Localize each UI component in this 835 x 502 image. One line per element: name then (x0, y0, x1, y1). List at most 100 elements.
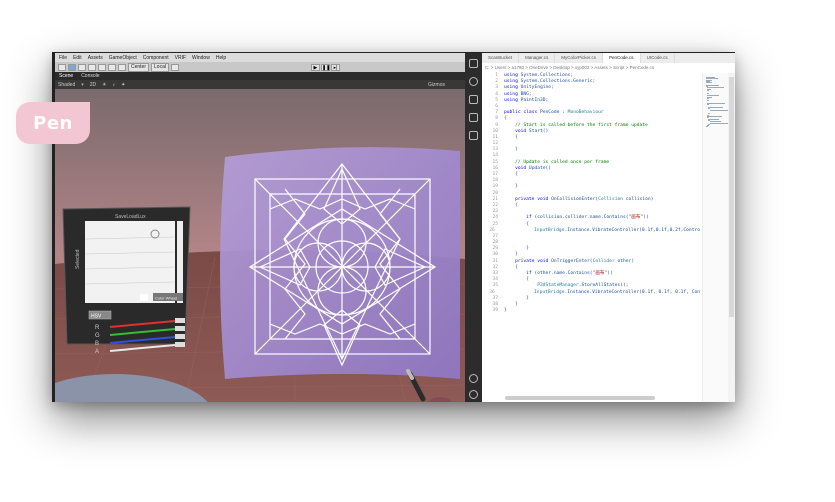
minimap-line (708, 106, 724, 108)
scene-viewport[interactable]: SaveLoadLux Selected HSV Color Wheel R G… (55, 89, 465, 402)
channel-label-b: B (95, 341, 99, 347)
gizmos-dropdown[interactable]: Gizmos (428, 82, 445, 88)
minimap-line (706, 126, 708, 128)
unity-menubar: File Edit Assets GameObject Component VR… (55, 53, 465, 62)
minimap-line (707, 97, 710, 99)
code-text: InputBridge.Instance.VibrateController(0… (534, 227, 700, 233)
pen-badge-label: Pen (33, 112, 73, 134)
menu-help[interactable]: Help (216, 55, 226, 61)
unity-editor-window: File Edit Assets GameObject Component VR… (55, 53, 465, 402)
code-text: private void OnCollisionEnter(Collision … (515, 196, 654, 202)
shading-dropdown[interactable]: Shaded (58, 82, 75, 88)
menu-component[interactable]: Component (143, 55, 169, 61)
drawing-canvas[interactable] (220, 147, 460, 379)
run-debug-icon[interactable] (469, 113, 478, 122)
color-preview-swatch (140, 294, 148, 301)
minimap-line (707, 116, 723, 117)
menu-file[interactable]: File (59, 55, 67, 61)
vscode-window: ScanBucket Manager.cs MyColorPicker.cs P… (465, 53, 735, 402)
minimap-line (709, 122, 730, 124)
play-button-icon[interactable]: ▶ (310, 63, 320, 71)
tab-manager[interactable]: Manager.cs (519, 53, 556, 63)
rect-tool-icon[interactable] (98, 63, 106, 71)
code-line[interactable]: 26 InputBridge.Instance.VibrateControlle… (482, 228, 700, 234)
hsv-button-label: HSV (91, 314, 102, 320)
code-text: } (504, 308, 507, 314)
custom-tool-icon[interactable] (118, 63, 126, 71)
pivot-center-toggle[interactable]: Center (128, 62, 150, 72)
chevron-down-icon: ▾ (81, 81, 84, 88)
code-text: } (504, 147, 518, 153)
code-text: private void OnTriggerEnter(Collider oth… (515, 258, 635, 264)
extensions-icon[interactable] (469, 131, 478, 140)
unity-toolbar: Center Local ▶ ❚❚ ▸| (55, 62, 465, 72)
breadcrumb: C: > Users > a1780 > OneDrive > Desktop … (485, 65, 655, 70)
menu-edit[interactable]: Edit (73, 55, 82, 61)
vertical-scrollbar[interactable] (728, 73, 735, 402)
channel-label-a: A (95, 349, 99, 355)
code-text: { (504, 134, 518, 140)
source-control-icon[interactable] (469, 95, 478, 104)
lighting-toggle-icon[interactable]: ☀ (102, 82, 106, 88)
hue-slider[interactable] (177, 221, 183, 303)
code-text: public class PenCode : MonoBehaviour (504, 110, 604, 116)
activity-bar (465, 53, 482, 402)
transform-tool-icon[interactable] (108, 63, 116, 71)
code-line[interactable]: 39} (482, 308, 700, 314)
code-text: InputBridge.Instance.VibrateController(0… (534, 289, 700, 295)
channel-label-g: G (95, 333, 100, 339)
audio-toggle-icon[interactable]: ♪ (113, 82, 116, 88)
rotate-tool-icon[interactable] (78, 63, 86, 71)
menu-assets[interactable]: Assets (88, 55, 103, 61)
gear-icon[interactable] (469, 390, 478, 399)
code-editor[interactable]: 1 using System.Collections; 2 using System.… (482, 73, 700, 402)
minimap-line (709, 109, 730, 111)
color-wheel-button-label: Color Wheel (155, 296, 177, 301)
minimap-line (707, 103, 725, 104)
minimap-line (707, 104, 710, 106)
hand-tool-icon[interactable] (58, 63, 66, 71)
search-icon[interactable] (469, 77, 478, 86)
tab-scene[interactable]: Scene (59, 73, 73, 79)
minimap-line (706, 82, 712, 84)
2d-toggle[interactable]: 2D (90, 82, 96, 88)
tab-scanbucket[interactable]: ScanBucket (482, 53, 520, 63)
menu-gameobject[interactable]: GameObject (109, 55, 137, 61)
step-button-icon[interactable]: ▸| (330, 63, 340, 71)
code-text: { (504, 202, 518, 208)
pen-badge: Pen (16, 102, 90, 144)
color-picker-panel[interactable] (62, 206, 191, 352)
code-text: { (504, 172, 518, 177)
scene-toolbar: Shaded ▾ 2D ☀ ♪ ✦ Gizmos (55, 80, 465, 89)
move-tool-icon[interactable] (68, 63, 76, 71)
color-wheel-area[interactable] (85, 221, 175, 303)
play-controls: ▶ ❚❚ ▸| (310, 63, 340, 71)
panel-side-label: Selected (75, 249, 81, 269)
tab-mycolorpicker[interactable]: MyColorPicker.cs (555, 53, 604, 63)
scale-tool-icon[interactable] (88, 63, 96, 71)
grid-snap-icon[interactable] (170, 63, 179, 71)
minimap-line (707, 92, 710, 94)
menu-window[interactable]: Window (192, 55, 210, 61)
effects-toggle-icon[interactable]: ✦ (121, 82, 125, 88)
scrollbar-thumb[interactable] (729, 77, 734, 317)
pause-button-icon[interactable]: ❚❚ (320, 63, 330, 71)
tab-console[interactable]: Console (81, 73, 99, 79)
code-text: } (504, 184, 518, 190)
line-number: 39 (492, 308, 498, 314)
channel-label-r: R (95, 325, 100, 331)
tab-uicode[interactable]: UICode.cs (641, 53, 675, 63)
tab-pencode[interactable]: PenCode.cs (603, 53, 641, 63)
code-text: using PaintIn3D; (504, 97, 549, 103)
pivot-local-toggle[interactable]: Local (151, 62, 169, 72)
horizontal-scrollbar[interactable] (505, 396, 655, 400)
explorer-icon[interactable] (469, 59, 478, 68)
account-icon[interactable] (469, 374, 478, 383)
minimap-line (707, 90, 710, 91)
panel-title: SaveLoadLux (115, 214, 146, 220)
minimap[interactable] (702, 73, 730, 402)
menu-vrif[interactable]: VRIF (175, 55, 186, 61)
minimap-line (707, 100, 710, 102)
editor-tabs: ScanBucket Manager.cs MyColorPicker.cs P… (482, 53, 735, 63)
unity-view-tabs: Scene Console (55, 72, 465, 80)
